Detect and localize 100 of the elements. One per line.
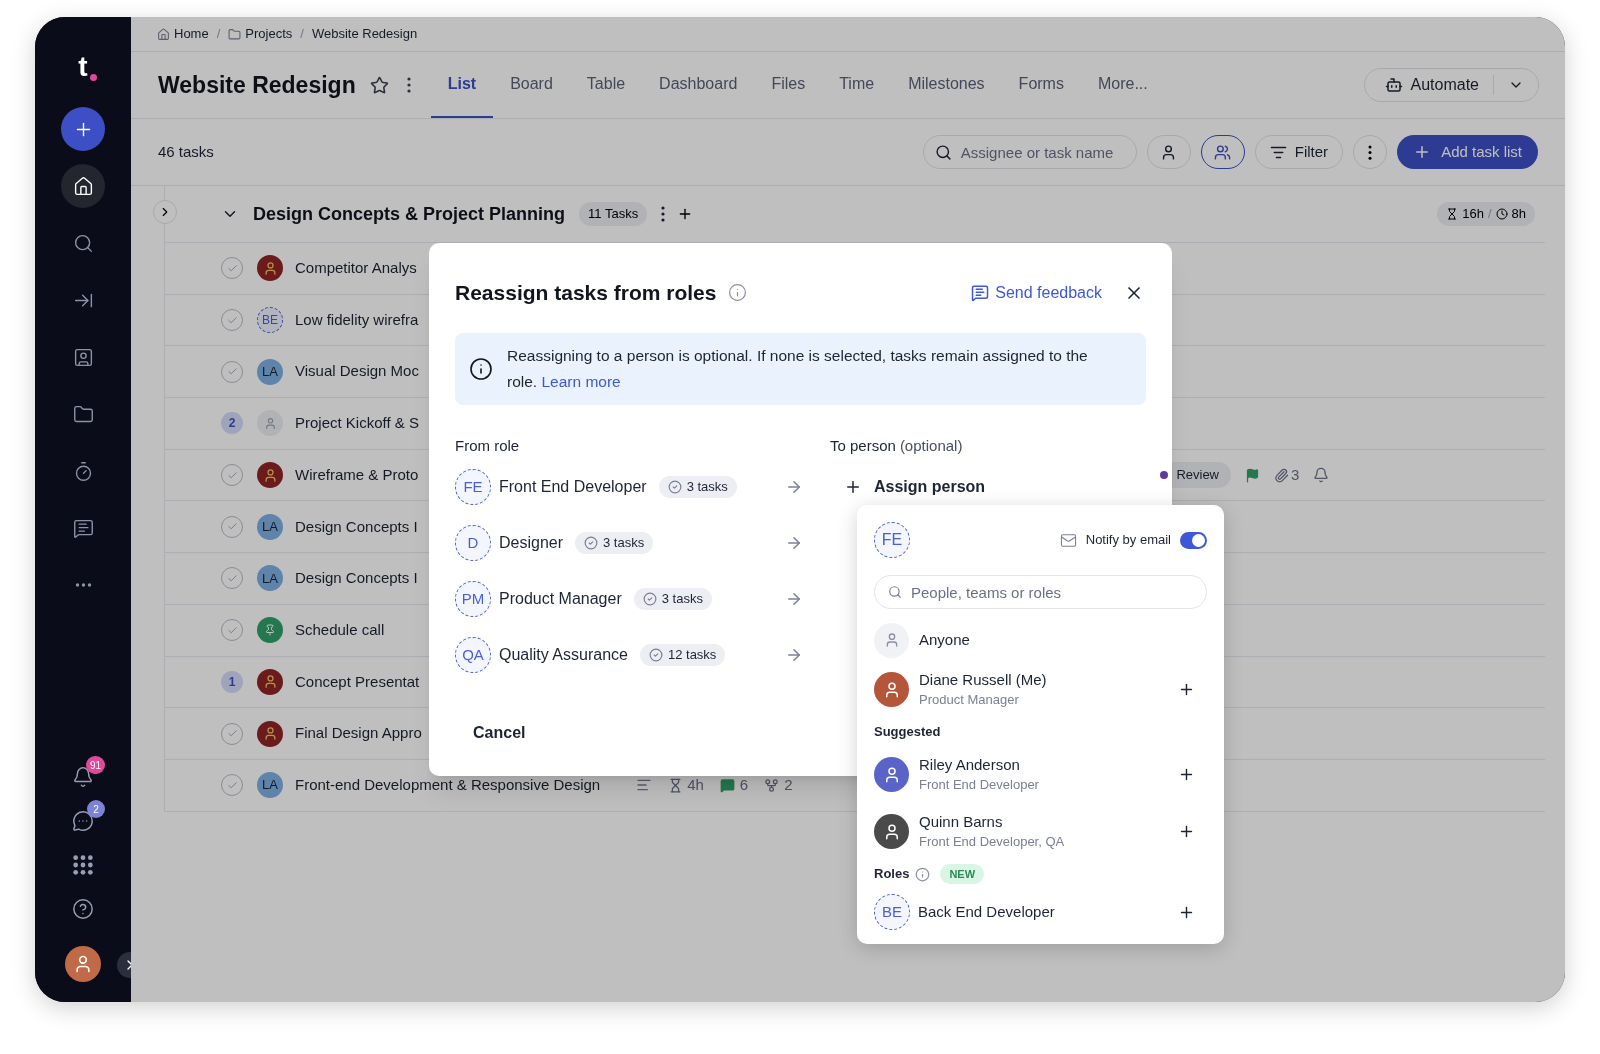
option-detail: Front End Developer, QA (919, 832, 1065, 851)
option-row[interactable]: Anyone (874, 619, 1207, 661)
avatar (257, 720, 283, 747)
tab[interactable]: More... (1080, 52, 1165, 118)
search-icon (72, 232, 94, 254)
more-icon[interactable] (406, 77, 411, 93)
tab[interactable]: List (430, 52, 494, 118)
count-badge: 2 (87, 800, 105, 818)
more-icon[interactable] (661, 206, 666, 222)
estimate-text: 16h (1462, 205, 1484, 224)
tab[interactable]: Board (493, 52, 570, 118)
option-name: Anyone (919, 629, 970, 650)
role-avatar: D (455, 525, 491, 561)
avatar[interactable] (65, 946, 101, 982)
option-row[interactable]: Quinn Barns Front End Developer, QA (874, 803, 1207, 860)
home-icon (72, 175, 94, 197)
robot-icon (1384, 76, 1403, 94)
tab[interactable]: Milestones (891, 52, 1002, 118)
time-separator: / (1487, 205, 1492, 224)
search-field[interactable]: Assignee or task name (922, 135, 1137, 169)
tab[interactable]: Dashboard (642, 52, 755, 118)
search-icon (934, 143, 952, 161)
task-name[interactable]: Wireframe & Proto (295, 463, 419, 487)
task-name[interactable]: Low fidelity wirefra (295, 308, 419, 332)
option-name: Back End Developer (918, 901, 1055, 922)
info-text: Reassigning to a person is optional. If none is selected, tasks remain assigned to the role. Learn more (507, 345, 1089, 392)
breadcrumb-link[interactable]: Projects (245, 24, 293, 44)
task-count-badge: 3 tasks (575, 532, 654, 554)
more-icon (1368, 144, 1373, 160)
role-avatar: BE (257, 307, 283, 334)
count-badge: 91 (85, 756, 105, 774)
role-avatar: FE (874, 522, 910, 558)
check-icon (226, 624, 238, 636)
group-title[interactable]: Design Concepts & Project Planning (253, 200, 566, 228)
person-icon (263, 416, 277, 430)
task-count-badge: 12 tasks (639, 644, 726, 666)
learn-more-link[interactable]: Learn more (541, 372, 621, 390)
task-name[interactable]: Visual Design Moc (295, 360, 419, 383)
assign-person-button[interactable]: Assign person (844, 475, 986, 499)
tab[interactable]: Table (569, 52, 643, 118)
column-header: From role (455, 435, 521, 456)
person-card-icon (72, 346, 94, 368)
column-header: To person (830, 435, 896, 456)
avatar: LA (257, 772, 283, 799)
chat-icon (72, 517, 94, 539)
sidebar-item[interactable] (61, 164, 105, 208)
breadcrumb-link[interactable]: Home (174, 24, 209, 44)
hourglass-icon (1446, 208, 1459, 220)
section-title: Roles (874, 865, 910, 884)
comment-icon (719, 777, 735, 793)
option-row[interactable]: Diane Russell (Me) Product Manager (874, 661, 1207, 718)
tab[interactable]: Time (822, 52, 892, 118)
avatar (257, 668, 283, 695)
task-name[interactable]: Front-end Development & Responsive Design (295, 773, 601, 797)
avatar: LA (257, 513, 283, 540)
task-name[interactable]: Final Design Appro (295, 722, 422, 745)
clock-icon (1495, 208, 1508, 220)
task-name[interactable]: Design Concepts I (295, 515, 418, 539)
plus-icon (1178, 823, 1195, 840)
task-name[interactable]: Project Kickoff & S (295, 412, 419, 435)
breadcrumb-link[interactable]: Website Redesign (311, 24, 418, 44)
notify-toggle[interactable] (1180, 531, 1207, 549)
role-avatar: BE (874, 894, 910, 930)
check-circle-icon (648, 648, 663, 662)
breadcrumb-separator: / (216, 25, 221, 44)
check-icon (226, 262, 238, 274)
plus-icon (1178, 766, 1195, 783)
tab[interactable]: Files (754, 52, 823, 118)
option-detail: Product Manager (919, 690, 1020, 709)
dialog-title: Reassign tasks from roles (455, 280, 717, 306)
add-task-list-button[interactable]: Add task list (1397, 135, 1538, 169)
check-circle-icon (642, 592, 657, 606)
task-name[interactable]: Design Concepts I (295, 567, 418, 590)
help-icon (72, 898, 94, 920)
info-icon (469, 356, 493, 381)
option-detail: Front End Developer (919, 775, 1039, 794)
cancel-button[interactable]: Cancel (461, 715, 538, 751)
breadcrumb-separator: / (300, 25, 304, 44)
more-icon (74, 583, 92, 587)
option-row[interactable]: Riley Anderson Front End Developer (874, 746, 1207, 803)
task-count-badge: 3 tasks (633, 588, 712, 610)
task-name[interactable]: Concept Presentat (295, 670, 420, 694)
plus-icon (1178, 681, 1195, 698)
expand-button[interactable] (153, 200, 177, 224)
column-hint: (optional) (899, 435, 963, 456)
search-field[interactable]: People, teams or roles (874, 575, 1207, 609)
option-row[interactable]: BE Back End Developer (874, 888, 1207, 936)
task-name[interactable]: Schedule call (295, 618, 385, 642)
role-name: Product Manager (499, 589, 622, 609)
info-icon (728, 283, 748, 303)
notify-label: Notify by email (1085, 531, 1171, 550)
tab[interactable]: Forms (1001, 52, 1081, 118)
create-button[interactable] (61, 107, 105, 151)
logo: t (78, 51, 88, 82)
role-name: Front End Developer (499, 477, 647, 497)
send-feedback-link[interactable]: Send feedback (971, 280, 1102, 305)
check-circle-icon (667, 480, 682, 494)
mail-icon (1059, 531, 1077, 549)
arrow-right-icon (785, 590, 803, 608)
task-name[interactable]: Competitor Analys (295, 257, 417, 280)
